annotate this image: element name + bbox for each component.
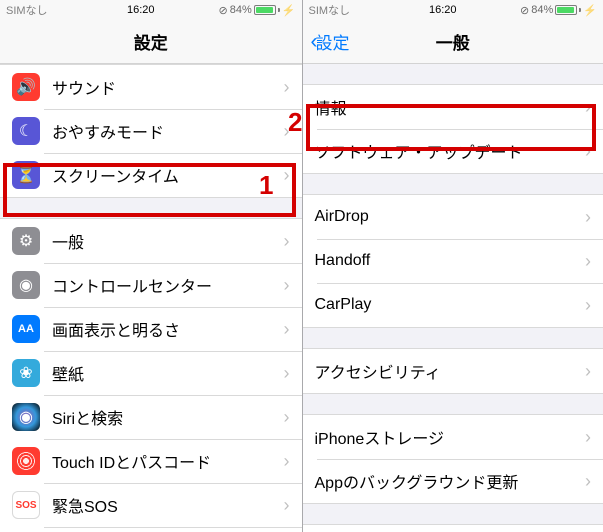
wallpaper-icon: ❀ xyxy=(12,359,40,387)
row-label: Touch IDとパスコード xyxy=(52,449,284,473)
left-screen: SIMなし 16:20 ⊘ 84% ⚡ 設定 🔊 サウンド › ☾ おやすみモー… xyxy=(0,0,302,532)
display-icon: AA xyxy=(12,315,40,343)
chevron-right-icon: › xyxy=(284,319,290,340)
battery-icon xyxy=(555,5,581,15)
row-handoff[interactable]: Handoff › xyxy=(303,239,603,283)
row-label: 壁紙 xyxy=(52,361,284,385)
clock: 16:20 xyxy=(369,4,518,16)
callout-number-2: 2 xyxy=(288,107,302,138)
chevron-right-icon: › xyxy=(585,427,591,448)
row-background-refresh[interactable]: Appのバックグラウンド更新 › xyxy=(303,459,603,503)
row-carplay[interactable]: CarPlay › xyxy=(303,283,603,327)
back-button[interactable]: ‹ 設定 xyxy=(311,29,350,54)
control-center-icon: ◉ xyxy=(12,271,40,299)
alarm-icon: ⊘ xyxy=(219,4,228,17)
row-touchid[interactable]: Touch IDとパスコード › xyxy=(0,439,302,483)
settings-list[interactable]: 🔊 サウンド › ☾ おやすみモード › ⏳ スクリーンタイム › ⚙ 一般 › xyxy=(0,64,302,532)
row-airdrop[interactable]: AirDrop › xyxy=(303,195,603,239)
chevron-right-icon: › xyxy=(585,207,591,228)
row-siri[interactable]: ◉ Siriと検索 › xyxy=(0,395,302,439)
chevron-right-icon: › xyxy=(585,97,591,118)
row-label: AirDrop xyxy=(315,208,586,226)
status-bar: SIMなし 16:20 ⊘ 84% ⚡ xyxy=(0,0,302,20)
row-label: 情報 xyxy=(315,95,586,119)
row-label: コントロールセンター xyxy=(52,273,284,297)
battery-icon xyxy=(254,5,280,15)
general-icon: ⚙ xyxy=(12,227,40,255)
battery-percent: 84% xyxy=(230,4,252,16)
sim-status: SIMなし xyxy=(6,2,66,18)
right-screen: SIMなし 16:20 ⊘ 84% ⚡ ‹ 設定 一般 情報 › ソフトウェア・… xyxy=(302,0,603,532)
callout-number-1: 1 xyxy=(259,170,273,201)
row-label: 緊急SOS xyxy=(52,493,284,517)
row-control-center[interactable]: ◉ コントロールセンター › xyxy=(0,263,302,307)
sound-icon: 🔊 xyxy=(12,73,40,101)
row-date-time[interactable]: 日付と時刻 › xyxy=(303,525,603,532)
row-label: スクリーンタイム xyxy=(52,163,284,187)
row-accessibility[interactable]: アクセシビリティ › xyxy=(303,349,603,393)
chevron-right-icon: › xyxy=(284,275,290,296)
back-label: 設定 xyxy=(316,29,350,54)
row-sound[interactable]: 🔊 サウンド › xyxy=(0,65,302,109)
status-right: ⊘ 84% ⚡ xyxy=(517,4,597,17)
chevron-right-icon: › xyxy=(284,495,290,516)
row-wallpaper[interactable]: ❀ 壁紙 › xyxy=(0,351,302,395)
siri-icon: ◉ xyxy=(12,403,40,431)
status-bar: SIMなし 16:20 ⊘ 84% ⚡ xyxy=(303,0,603,20)
touchid-icon xyxy=(12,447,40,475)
row-label: iPhoneストレージ xyxy=(315,425,586,449)
chevron-right-icon: › xyxy=(284,231,290,252)
chevron-right-icon: › xyxy=(284,363,290,384)
charging-icon: ⚡ xyxy=(583,4,597,17)
row-label: Handoff xyxy=(315,252,586,270)
screentime-icon: ⏳ xyxy=(12,161,40,189)
row-software-update[interactable]: ソフトウェア・アップデート › xyxy=(303,129,603,173)
row-label: Siriと検索 xyxy=(52,405,284,429)
clock: 16:20 xyxy=(66,4,216,16)
row-general[interactable]: ⚙ 一般 › xyxy=(0,219,302,263)
row-display[interactable]: AA 画面表示と明るさ › xyxy=(0,307,302,351)
battery-percent: 84% xyxy=(531,4,553,16)
alarm-icon: ⊘ xyxy=(520,4,529,17)
general-list[interactable]: 情報 › ソフトウェア・アップデート › AirDrop › Handoff ›… xyxy=(303,84,603,532)
chevron-right-icon: › xyxy=(284,165,290,186)
chevron-right-icon: › xyxy=(585,471,591,492)
page-title: 一般 xyxy=(436,29,470,54)
page-title: 設定 xyxy=(134,29,168,54)
sos-icon: SOS xyxy=(12,491,40,519)
dnd-icon: ☾ xyxy=(12,117,40,145)
row-label: アクセシビリティ xyxy=(315,359,586,383)
chevron-right-icon: › xyxy=(585,295,591,316)
chevron-right-icon: › xyxy=(284,77,290,98)
row-label: CarPlay xyxy=(315,296,586,314)
sim-status: SIMなし xyxy=(309,2,369,18)
row-screentime[interactable]: ⏳ スクリーンタイム › xyxy=(0,153,302,197)
row-iphone-storage[interactable]: iPhoneストレージ › xyxy=(303,415,603,459)
row-battery[interactable]: ▮ バッテリー › xyxy=(0,527,302,532)
row-label: サウンド xyxy=(52,75,284,99)
row-label: おやすみモード xyxy=(52,119,284,143)
row-label: Appのバックグラウンド更新 xyxy=(315,469,586,493)
row-sos[interactable]: SOS 緊急SOS › xyxy=(0,483,302,527)
row-dnd[interactable]: ☾ おやすみモード › xyxy=(0,109,302,153)
chevron-right-icon: › xyxy=(284,451,290,472)
row-about[interactable]: 情報 › xyxy=(303,85,603,129)
charging-icon: ⚡ xyxy=(282,4,296,17)
chevron-right-icon: › xyxy=(284,407,290,428)
row-label: ソフトウェア・アップデート xyxy=(315,139,586,163)
chevron-right-icon: › xyxy=(585,251,591,272)
nav-bar-settings: 設定 xyxy=(0,20,302,64)
status-right: ⊘ 84% ⚡ xyxy=(216,4,296,17)
row-label: 一般 xyxy=(52,229,284,253)
row-label: 画面表示と明るさ xyxy=(52,317,284,341)
chevron-right-icon: › xyxy=(585,361,591,382)
nav-bar-general: ‹ 設定 一般 xyxy=(303,20,603,64)
chevron-right-icon: › xyxy=(585,141,591,162)
